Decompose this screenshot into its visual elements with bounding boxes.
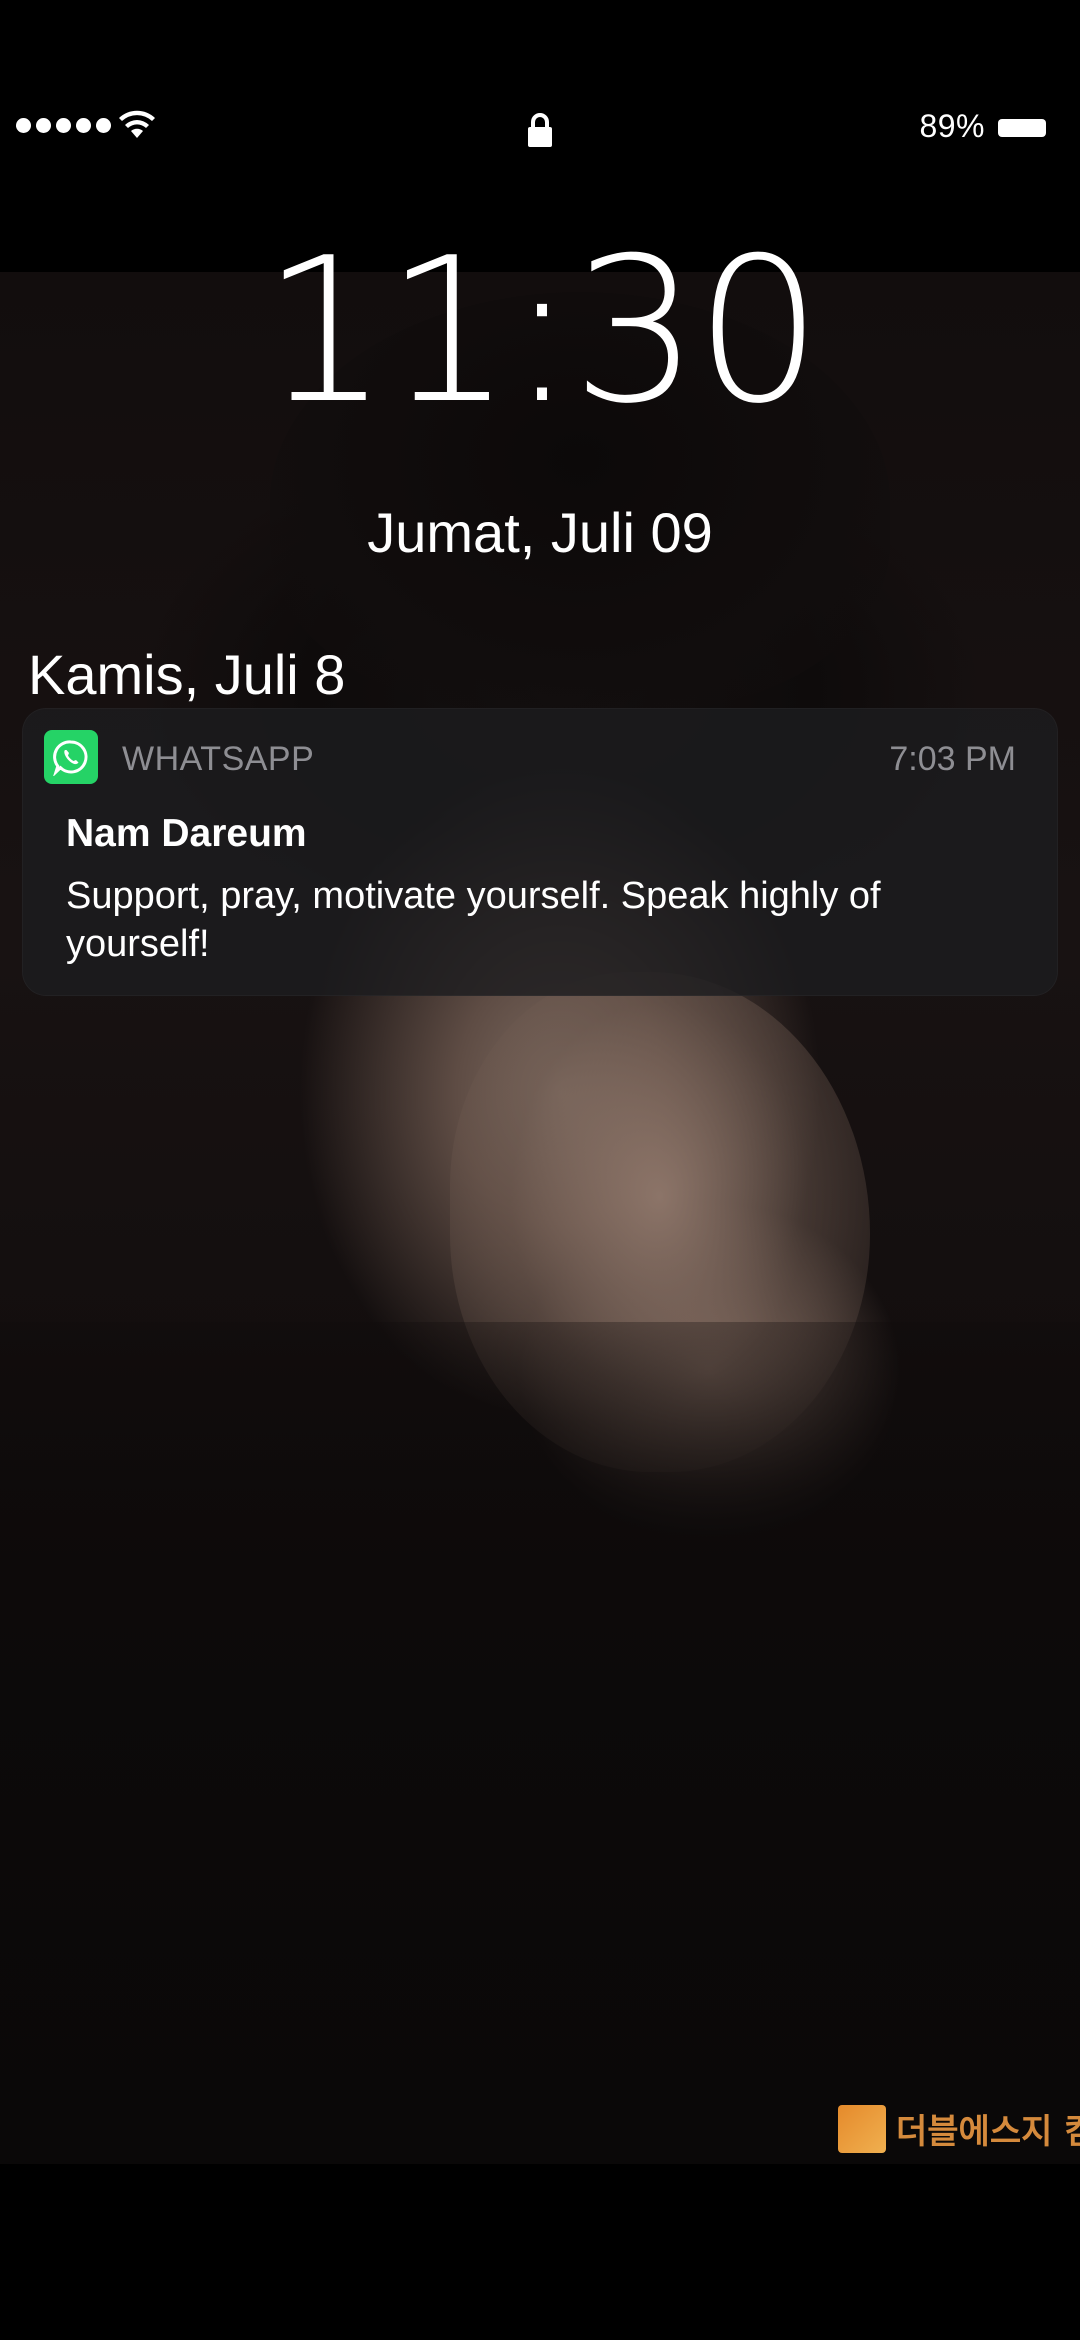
notification-sender: Nam Dareum	[66, 812, 307, 855]
lock-screen-time: 11:30	[261, 215, 822, 448]
whatsapp-icon	[44, 730, 98, 784]
wifi-icon	[119, 110, 155, 138]
notifications-date-header: Kamis, Juli 8	[28, 643, 346, 706]
lock-screen-date: Jumat, Juli 09	[367, 501, 713, 564]
bottom-bar	[0, 2164, 1080, 2340]
watermark-text: 더블에스지 컴	[896, 2112, 1080, 2152]
notification-time: 7:03 PM	[889, 740, 1016, 778]
notification-app-name: WHATSAPP	[122, 740, 315, 778]
lock-icon	[528, 113, 552, 147]
battery-icon	[998, 119, 1046, 137]
wallpaper-watermark: 더블에스지 컴	[838, 2104, 1080, 2153]
battery-percent: 89%	[919, 108, 985, 144]
signal-dots-icon	[16, 118, 111, 133]
watermark-logo	[838, 2104, 886, 2153]
notification-message: Support, pray, motivate yourself. Speak …	[66, 875, 881, 965]
whatsapp-notification[interactable]: WHATSAPP 7:03 PM Nam Dareum Support, pra…	[22, 708, 1058, 996]
